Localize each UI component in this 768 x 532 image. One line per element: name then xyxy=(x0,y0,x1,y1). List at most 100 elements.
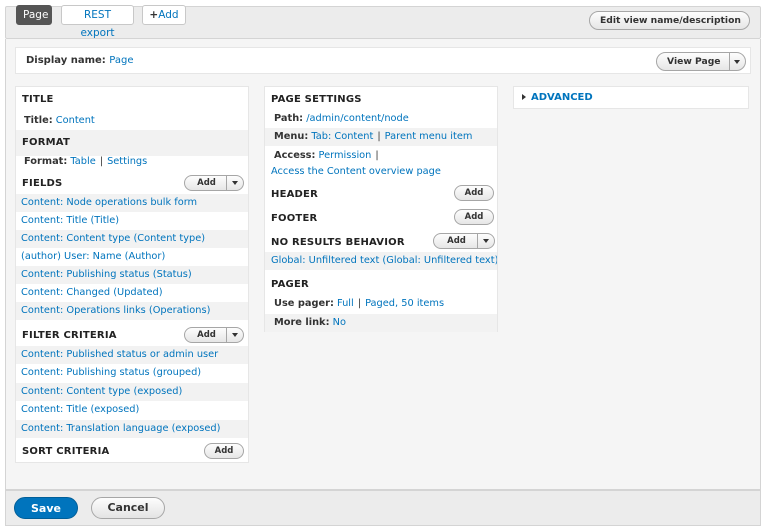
header-add-button[interactable]: Add xyxy=(454,185,494,201)
access-label: Access: xyxy=(274,150,316,161)
filter-link[interactable]: Content: Title (exposed) xyxy=(21,404,139,415)
display-name-label: Display name: xyxy=(26,55,106,66)
list-item: Content: Title (Title) xyxy=(16,212,248,230)
list-item: Content: Translation language (exposed) xyxy=(16,420,248,438)
more-link-label: More link: xyxy=(274,317,330,328)
cancel-button[interactable]: Cancel xyxy=(91,497,165,519)
list-item: Content: Changed (Updated) xyxy=(16,284,248,302)
section-no-results-heading: NO RESULTS BEHAVIOR xyxy=(271,237,405,248)
view-page-dropbutton: View Page xyxy=(656,52,746,71)
title-row: Title: Content xyxy=(16,112,248,130)
parent-menu-link[interactable]: Parent menu item xyxy=(385,131,473,142)
column-third: ADVANCED xyxy=(513,86,749,109)
sort-add-button[interactable]: Add xyxy=(204,443,244,459)
list-item: Content: Publishing status (Status) xyxy=(16,266,248,284)
filter-add-dropbutton: Add xyxy=(184,327,244,343)
no-results-add-dropbutton: Add xyxy=(433,233,495,249)
list-item: Content: Publishing status (grouped) xyxy=(16,364,248,382)
advanced-label: ADVANCED xyxy=(531,92,593,103)
fields-add-button[interactable]: Add xyxy=(185,176,227,190)
section-sort-heading: SORT CRITERIA xyxy=(22,446,110,457)
edit-view-button[interactable]: Edit view name/description xyxy=(590,12,749,29)
field-link[interactable]: Content: Title (Title) xyxy=(21,215,119,226)
section-filter-heading: FILTER CRITERIA xyxy=(22,330,117,341)
chevron-down-icon xyxy=(734,59,741,64)
list-item: Content: Content type (exposed) xyxy=(16,383,248,401)
section-format-heading: FORMAT xyxy=(22,137,70,148)
path-label: Path: xyxy=(274,113,304,124)
more-link-value[interactable]: No xyxy=(333,317,346,328)
add-display-label: Add xyxy=(158,9,179,21)
field-link[interactable]: (author) User: Name (Author) xyxy=(21,251,165,262)
list-item: (author) User: Name (Author) xyxy=(16,248,248,266)
add-display-button[interactable]: +Add xyxy=(142,5,186,25)
field-link[interactable]: Content: Node operations bulk form xyxy=(21,197,197,208)
list-item: Content: Node operations bulk form xyxy=(16,194,248,212)
list-item: Content: Operations links (Operations) xyxy=(16,302,248,320)
section-title-heading: TITLE xyxy=(22,94,54,105)
menu-label: Menu: xyxy=(274,131,309,142)
section-footer-heading: FOOTER xyxy=(271,213,318,224)
field-link[interactable]: Content: Publishing status (Status) xyxy=(21,269,192,280)
display-name-link[interactable]: Page xyxy=(109,55,133,66)
filter-add-button[interactable]: Add xyxy=(185,328,227,342)
plus-icon: + xyxy=(149,9,159,21)
use-pager-row: Use pager: Full | Paged, 50 items xyxy=(274,298,445,309)
list-item: Content: Published status or admin user xyxy=(16,346,248,364)
edit-view-dropbutton: Edit view name/description xyxy=(589,11,750,30)
format-settings-link[interactable]: Settings xyxy=(107,156,147,167)
title-link[interactable]: Content xyxy=(56,115,95,126)
fields-add-toggle[interactable] xyxy=(227,176,243,190)
filter-link[interactable]: Content: Published status or admin user xyxy=(21,349,218,360)
more-link-row: More link: No xyxy=(265,314,497,332)
column-second: PAGE SETTINGS Path: /admin/content/node … xyxy=(264,86,498,332)
filter-link[interactable]: Content: Publishing status (grouped) xyxy=(21,367,201,378)
menu-row: Menu: Tab: Content | Parent menu item xyxy=(265,128,497,146)
pager-type-link[interactable]: Full xyxy=(337,298,354,309)
fields-add-dropbutton: Add xyxy=(184,175,244,191)
tab-rest-export[interactable]: REST export xyxy=(61,5,134,39)
footer-add-button[interactable]: Add xyxy=(454,209,494,225)
view-page-button[interactable]: View Page xyxy=(657,53,730,70)
tab-page[interactable]: Page xyxy=(16,5,52,25)
view-page-toggle[interactable] xyxy=(730,53,745,70)
format-row: Format: Table | Settings xyxy=(24,156,148,167)
path-row: Path: /admin/content/node xyxy=(265,110,497,128)
filter-link[interactable]: Content: Translation language (exposed) xyxy=(21,423,220,434)
title-label: Title: xyxy=(24,115,53,126)
list-item: Global: Unfiltered text (Global: Unfilte… xyxy=(265,252,497,270)
filter-add-toggle[interactable] xyxy=(227,328,243,342)
list-item: Content: Content type (Content type) xyxy=(16,230,248,248)
column-first: TITLE Title: Content FORMAT Format: Tabl… xyxy=(15,86,249,463)
no-results-add-toggle[interactable] xyxy=(478,234,494,248)
use-pager-label: Use pager: xyxy=(274,298,334,309)
triangle-right-icon xyxy=(522,94,526,100)
section-header-heading: HEADER xyxy=(271,189,318,200)
menu-link[interactable]: Tab: Content xyxy=(311,131,373,142)
display-name-bar: Display name: Page xyxy=(15,47,751,74)
pager-items-link[interactable]: Paged, 50 items xyxy=(365,298,444,309)
display-name: Display name: Page xyxy=(26,55,133,66)
access-overview-link[interactable]: Access the Content overview page xyxy=(271,166,441,177)
section-page-settings-heading: PAGE SETTINGS xyxy=(271,94,362,105)
save-button[interactable]: Save xyxy=(14,497,78,519)
section-pager-heading: PAGER xyxy=(271,279,309,290)
chevron-down-icon xyxy=(232,333,238,337)
access-row: Access: Permission | xyxy=(274,150,379,161)
path-link[interactable]: /admin/content/node xyxy=(306,113,409,124)
field-link[interactable]: Content: Operations links (Operations) xyxy=(21,305,210,316)
list-item: Content: Title (exposed) xyxy=(16,401,248,419)
chevron-down-icon xyxy=(483,239,489,243)
chevron-down-icon xyxy=(232,181,238,185)
field-link[interactable]: Content: Content type (Content type) xyxy=(21,233,205,244)
format-link[interactable]: Table xyxy=(70,156,95,167)
filter-link[interactable]: Content: Content type (exposed) xyxy=(21,386,182,397)
no-results-link[interactable]: Global: Unfiltered text (Global: Unfilte… xyxy=(271,255,497,266)
section-fields-heading: FIELDS xyxy=(22,178,63,189)
access-link[interactable]: Permission xyxy=(319,150,372,161)
advanced-toggle[interactable]: ADVANCED xyxy=(522,92,593,103)
field-link[interactable]: Content: Changed (Updated) xyxy=(21,287,163,298)
access-desc-row: Access the Content overview page xyxy=(265,164,497,180)
format-label: Format: xyxy=(24,156,68,167)
no-results-add-button[interactable]: Add xyxy=(434,234,478,248)
